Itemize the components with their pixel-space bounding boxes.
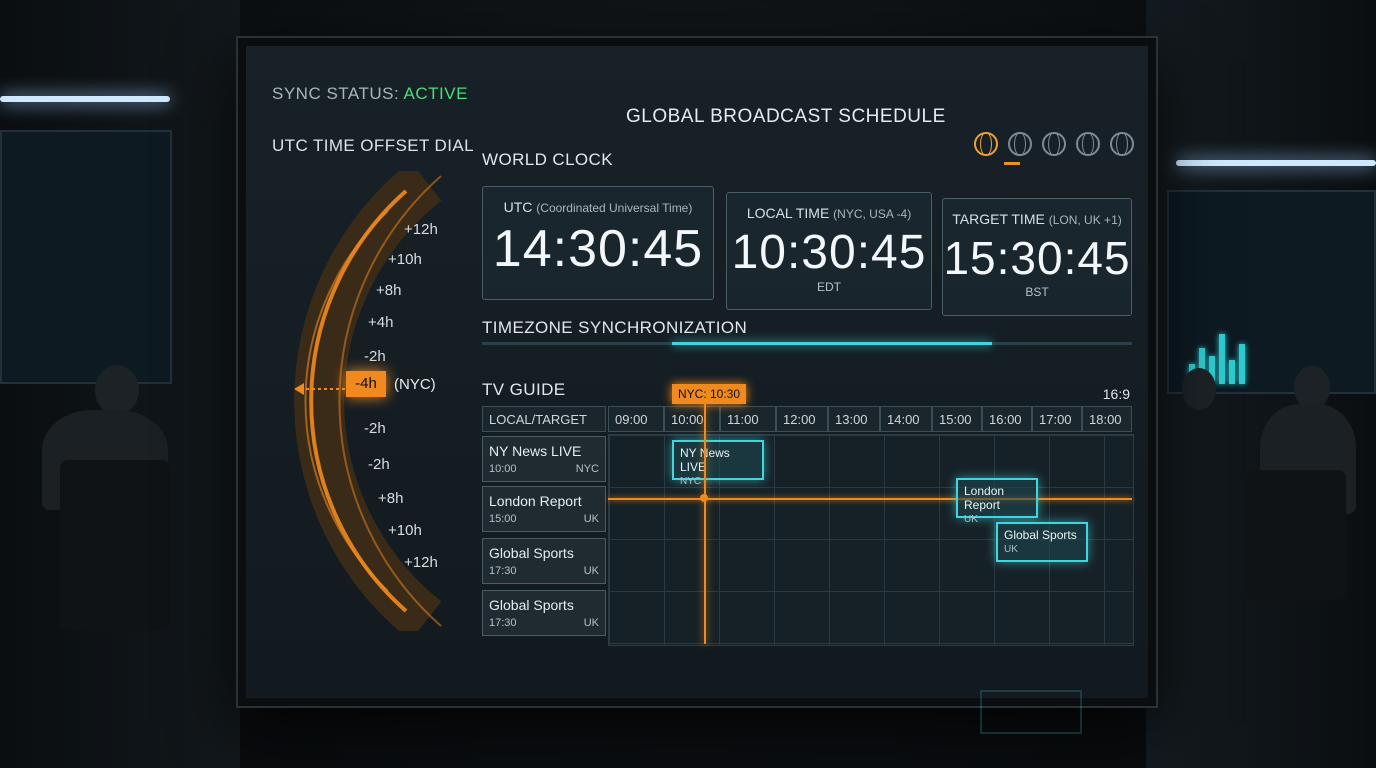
channel-region: UK xyxy=(583,513,599,525)
hour-header: 12:00 xyxy=(776,406,828,432)
globe-icon-americas[interactable] xyxy=(974,132,998,156)
current-time-line xyxy=(704,400,706,644)
program-region: UK xyxy=(1004,544,1018,555)
guide-header-label: LOCAL/TARGET xyxy=(482,406,606,432)
sync-track-line xyxy=(608,498,1132,500)
clock-sublabel: (Coordinated Universal Time) xyxy=(536,201,693,215)
local-clock: LOCAL TIME (NYC, USA -4) 10:30:45 EDT xyxy=(726,192,932,310)
dial-tick[interactable]: +10h xyxy=(388,522,422,539)
channel-name: London Report xyxy=(489,493,582,509)
program-name: Global Sports xyxy=(1004,528,1077,542)
hour-header: 16:00 xyxy=(982,406,1032,432)
dial-tick[interactable]: +10h xyxy=(388,251,422,268)
program-name: NY News LIVE xyxy=(680,446,730,474)
program-block[interactable]: NY News LIVE NYC xyxy=(672,440,764,487)
sync-status-value: ACTIVE xyxy=(403,84,468,103)
hour-header: 17:00 xyxy=(1032,406,1082,432)
hour-header: 10:00 xyxy=(664,406,720,432)
ceiling-light xyxy=(0,96,170,102)
globe-icon-europe[interactable] xyxy=(1008,132,1032,156)
hour-header: 14:00 xyxy=(880,406,932,432)
target-clock: TARGET TIME (LON, UK +1) 15:30:45 BST xyxy=(942,198,1132,316)
page-title: GLOBAL BROADCAST SCHEDULE xyxy=(626,106,946,127)
clock-label: UTC xyxy=(503,199,533,215)
sync-status-label: SYNC STATUS: xyxy=(272,84,400,103)
person-silhouette xyxy=(1182,368,1216,410)
region-selector xyxy=(974,132,1134,156)
offset-dial[interactable] xyxy=(276,171,476,631)
broadcast-screen: SYNC STATUS: ACTIVE GLOBAL BROADCAST SCH… xyxy=(238,38,1156,706)
person-silhouette xyxy=(95,365,139,415)
channel-time: 17:30 xyxy=(489,565,517,577)
background-monitor xyxy=(0,130,172,384)
dial-tick[interactable]: -2h xyxy=(364,420,386,437)
utc-clock: UTC (Coordinated Universal Time) 14:30:4… xyxy=(482,186,714,300)
channel-row[interactable]: Global Sports 17:30 UK xyxy=(482,538,606,584)
background-monitor xyxy=(1167,190,1376,394)
clock-sublabel: (NYC, USA -4) xyxy=(833,207,912,221)
ceiling-light xyxy=(1176,160,1376,166)
channel-region: NYC xyxy=(575,463,599,475)
channel-name: Global Sports xyxy=(489,545,574,561)
dial-tick[interactable]: -2h xyxy=(368,456,390,473)
channel-region: UK xyxy=(583,617,599,629)
dial-selected-city: (NYC) xyxy=(394,376,436,393)
clock-sublabel: (LON, UK +1) xyxy=(1048,213,1122,227)
selected-indicator xyxy=(1004,162,1020,165)
channel-time: 17:30 xyxy=(489,617,517,629)
program-name: London Report xyxy=(964,484,1005,512)
aspect-ratio: 16:9 xyxy=(1102,386,1130,402)
dial-tick[interactable]: -2h xyxy=(364,348,386,365)
chair xyxy=(60,460,170,630)
globe-icon-grid[interactable] xyxy=(1076,132,1100,156)
dial-tick[interactable]: +8h xyxy=(378,490,403,507)
globe-icon-asia[interactable] xyxy=(1042,132,1066,156)
dial-selected-offset[interactable]: -4h xyxy=(346,371,386,397)
chair xyxy=(1246,470,1346,600)
dial-tick[interactable]: +4h xyxy=(368,314,393,331)
clock-label: TARGET TIME xyxy=(952,211,1045,227)
sync-progress-bar xyxy=(482,342,1132,345)
tv-guide-title: TV GUIDE xyxy=(482,380,566,399)
clock-timezone: BST xyxy=(1025,285,1049,299)
program-block[interactable]: Global Sports UK xyxy=(996,522,1088,562)
globe-icon-world[interactable] xyxy=(1110,132,1134,156)
channel-row[interactable]: Global Sports 17:30 UK xyxy=(482,590,606,636)
hour-header: 15:00 xyxy=(932,406,982,432)
channel-region: UK xyxy=(583,565,599,577)
channel-time: 15:00 xyxy=(489,513,517,525)
program-block[interactable]: London Report UK xyxy=(956,478,1038,525)
hour-header: 11:00 xyxy=(720,406,776,432)
dial-tick[interactable]: +12h xyxy=(404,221,438,238)
dial-tick[interactable]: +12h xyxy=(404,554,438,571)
hour-header: 18:00 xyxy=(1082,406,1132,432)
clock-label: LOCAL TIME xyxy=(746,205,830,221)
hour-header: 09:00 xyxy=(608,406,664,432)
clock-time: 15:30:45 xyxy=(943,232,1131,284)
dial-title: UTC TIME OFFSET DIAL xyxy=(272,136,474,155)
program-region: NYC xyxy=(680,476,702,487)
current-time-tag: NYC: 10:30 xyxy=(672,384,747,404)
clock-time: 14:30:45 xyxy=(492,220,704,278)
floor-reflection xyxy=(980,690,1082,734)
channel-row[interactable]: London Report 15:00 UK xyxy=(482,486,606,532)
tv-guide-grid: LOCAL/TARGET 09:00 10:00 11:00 12:00 13:… xyxy=(482,384,1134,646)
clock-time: 10:30:45 xyxy=(731,226,927,279)
world-clock-title: WORLD CLOCK xyxy=(482,150,613,169)
timezone-sync-title: TIMEZONE SYNCHRONIZATION xyxy=(482,318,748,337)
dial-tick[interactable]: +8h xyxy=(376,282,401,299)
sync-status: SYNC STATUS: ACTIVE xyxy=(272,84,468,104)
channel-row[interactable]: NY News LIVE 10:00 NYC xyxy=(482,436,606,482)
clock-timezone: EDT xyxy=(817,280,841,294)
channel-name: Global Sports xyxy=(489,597,574,613)
hour-header: 13:00 xyxy=(828,406,880,432)
channel-name: NY News LIVE xyxy=(489,443,582,459)
